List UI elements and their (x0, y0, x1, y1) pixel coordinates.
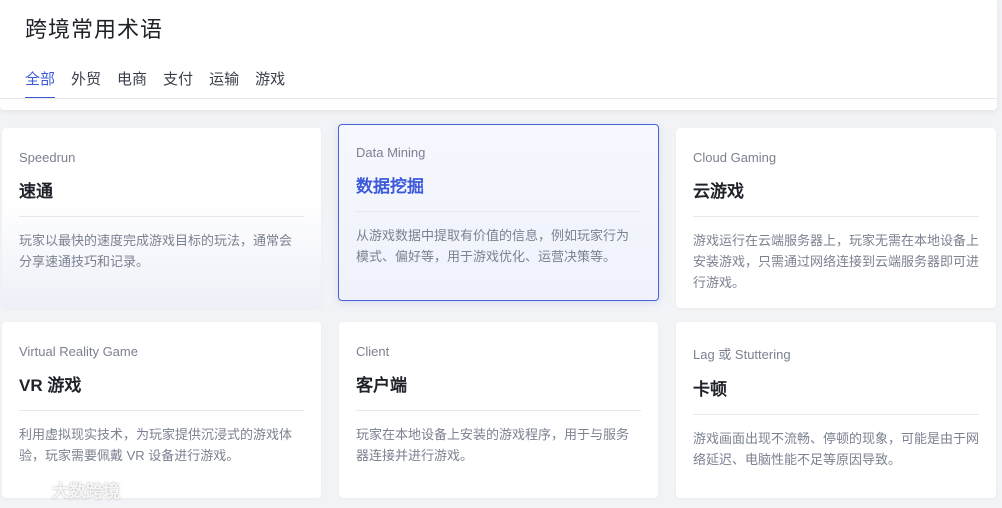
term-english: Data Mining (356, 145, 426, 160)
card-divider (693, 216, 979, 217)
term-chinese: VR 游戏 (19, 376, 82, 395)
term-chinese: 客户端 (356, 376, 407, 395)
term-english: Speedrun (19, 150, 76, 165)
term-english: Virtual Reality Game (19, 344, 138, 359)
tab-payment[interactable]: 支付 (163, 68, 193, 99)
term-description: 利用虚拟现实技术，为玩家提供沉浸式的游戏体验，玩家需要佩戴 VR 设备进行游戏。 (19, 427, 293, 463)
term-english: Cloud Gaming (693, 150, 777, 165)
term-card-selected[interactable]: Data Mining 数据挖掘 从游戏数据中提取有价值的信息，例如玩家行为模式… (338, 124, 659, 301)
term-description: 玩家在本地设备上安装的游戏程序，用于与服务器连接并进行游戏。 (356, 427, 630, 463)
page-header: 跨境常用术语 全部 外贸 电商 支付 运输 游戏 (0, 0, 997, 110)
term-card-grid: Speedrun 速通 玩家以最快的速度完成游戏目标的玩法，通常会分享速通技巧和… (0, 124, 1002, 508)
watermark-text: 大数跨境 (52, 482, 120, 501)
tab-foreign-trade[interactable]: 外贸 (71, 68, 101, 99)
term-card[interactable]: Cloud Gaming 云游戏 游戏运行在云端服务器上，玩家无需在本地设备上安… (676, 128, 996, 308)
category-tabs: 全部 外贸 电商 支付 运输 游戏 (25, 68, 285, 99)
header-divider (0, 98, 997, 99)
term-description: 游戏画面出现不流畅、停顿的现象，可能是由于网络延迟、电脑性能不足等原因导致。 (693, 431, 980, 467)
term-chinese: 数据挖掘 (356, 177, 424, 196)
page-title: 跨境常用术语 (25, 17, 164, 42)
term-chinese: 卡顿 (693, 380, 727, 399)
tab-all[interactable]: 全部 (25, 68, 56, 99)
term-description: 玩家以最快的速度完成游戏目标的玩法，通常会分享速通技巧和记录。 (19, 233, 293, 269)
watermark-logo-icon (8, 476, 48, 503)
watermark: 大数跨境 (8, 476, 120, 503)
tab-ecommerce[interactable]: 电商 (117, 68, 147, 99)
term-chinese: 速通 (19, 182, 53, 201)
card-divider (356, 211, 641, 212)
tab-shipping[interactable]: 运输 (209, 68, 239, 99)
term-card[interactable]: Speedrun 速通 玩家以最快的速度完成游戏目标的玩法，通常会分享速通技巧和… (2, 128, 321, 308)
term-card[interactable]: Client 客户端 玩家在本地设备上安装的游戏程序，用于与服务器连接并进行游戏… (339, 322, 658, 498)
tab-gaming[interactable]: 游戏 (255, 68, 285, 99)
term-card[interactable]: Virtual Reality Game VR 游戏 利用虚拟现实技术，为玩家提… (2, 322, 321, 498)
term-card[interactable]: Lag 或 Stuttering 卡顿 游戏画面出现不流畅、停顿的现象，可能是由… (676, 322, 996, 498)
term-description: 从游戏数据中提取有价值的信息，例如玩家行为模式、偏好等，用于游戏优化、运营决策等… (356, 228, 630, 264)
card-divider (356, 410, 641, 411)
card-divider (693, 414, 979, 415)
card-divider (19, 216, 304, 217)
term-description: 游戏运行在云端服务器上，玩家无需在本地设备上安装游戏，只需通过网络连接到云端服务… (693, 233, 980, 290)
term-english: Lag 或 Stuttering (693, 347, 791, 362)
term-chinese: 云游戏 (693, 182, 744, 201)
term-english: Client (356, 344, 390, 359)
card-divider (19, 410, 304, 411)
